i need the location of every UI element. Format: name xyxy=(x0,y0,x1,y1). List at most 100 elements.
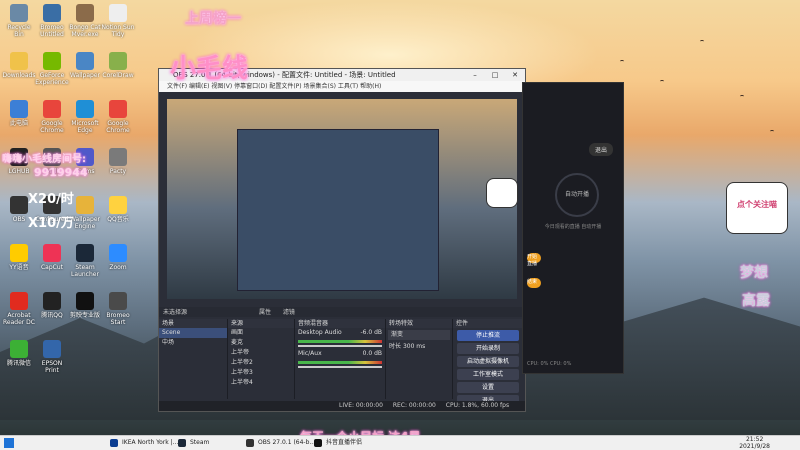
taskbar-item[interactable]: Steam xyxy=(178,438,209,448)
app-icon xyxy=(109,148,127,166)
end-live-button[interactable]: 结束 xyxy=(527,278,541,288)
virtual-camera-button[interactable]: 启动虚拟摄像机 xyxy=(457,356,519,367)
desktop-icon[interactable]: CorelDraw xyxy=(101,52,135,79)
taskbar-item[interactable]: OBS 27.0.1 (64-b... xyxy=(246,438,315,448)
scene-item[interactable]: 中场 xyxy=(159,338,227,348)
taskbar: IKEA North York |... Steam OBS 27.0.1 (64-… xyxy=(0,435,800,450)
cpu-status: CPU: 1.8%, 60.00 fps xyxy=(445,402,510,409)
desktop-icon-label: Zoom xyxy=(109,264,127,271)
desktop-icon[interactable]: EPSON Print xyxy=(35,340,69,374)
app-icon xyxy=(109,244,127,262)
streaming-companion-window[interactable]: 退出 自动开播 今日观看的直播 自动开播 开始直播 结束 CPU: 0% CPU… xyxy=(522,82,624,374)
taskbar-item-label: OBS 27.0.1 (64-b... xyxy=(258,439,316,446)
desktop-icon[interactable]: Recycle Bin xyxy=(2,4,36,38)
obs-window[interactable]: OBS 27.0.1 (64-bit, windows) - 配置文件: Unt… xyxy=(158,68,526,412)
taskbar-app-icon xyxy=(246,439,254,447)
taskbar-app-icon xyxy=(110,439,118,447)
no-source-selected: 未选择源 xyxy=(163,309,188,316)
scenes-header: 场景 xyxy=(159,319,227,328)
start-recording-button[interactable]: 开始录制 xyxy=(457,343,519,354)
app-icon xyxy=(43,4,61,22)
source-item[interactable]: 上半帝2 xyxy=(228,358,294,368)
bird xyxy=(660,80,664,83)
desktop-icon[interactable]: 腾讯QQ xyxy=(35,292,69,319)
desktop-icon[interactable]: CapCut xyxy=(35,244,69,271)
taskbar-item-label: IKEA North York |... xyxy=(122,439,179,446)
minimize-icon[interactable]: – xyxy=(465,69,485,81)
transition-select[interactable]: 渐变 xyxy=(388,330,450,340)
rate2-label: X10/万 xyxy=(28,216,74,231)
taskbar-item[interactable]: IKEA North York |... xyxy=(110,438,178,448)
desktop-icon[interactable]: 剪映专业版 xyxy=(68,292,102,319)
volume-slider[interactable] xyxy=(298,366,382,368)
volume-meter xyxy=(298,361,382,364)
studio-mode-button[interactable]: 工作室模式 xyxy=(457,369,519,380)
desktop-icon-label: 此电脑 xyxy=(9,120,28,127)
desktop-icon[interactable]: Bongo Cat Mver.exe xyxy=(68,4,102,38)
desktop-icon[interactable]: Google Chrome xyxy=(35,100,69,134)
sources-panel: 来源 画面 麦克 上半帝 上半帝2 上半帝3 上半帝4 xyxy=(228,319,295,399)
obs-statusbar: LIVE: 00:00:00 REC: 00:00:00 CPU: 1.8%, … xyxy=(159,401,525,411)
cat-note: 点个关注喵 xyxy=(737,200,777,209)
desktop-icon[interactable]: Steam Launcher xyxy=(68,244,102,278)
desktop-icon-label: CorelDraw xyxy=(102,72,134,79)
desktop-icon[interactable]: GeForce Experience xyxy=(35,52,69,86)
desktop-icon[interactable]: Bromeo Untitled xyxy=(35,4,69,38)
app-icon xyxy=(109,4,127,22)
desktop-icon-label: 腾讯微信 xyxy=(6,360,31,367)
source-item[interactable]: 麦克 xyxy=(228,338,294,348)
watermark-1: 梦想 xyxy=(740,265,768,281)
name-tag: 小毛线 xyxy=(170,54,249,84)
desktop-icon[interactable]: Notion Sun Tidy xyxy=(101,4,135,38)
bird xyxy=(700,40,704,43)
desktop-icon[interactable]: Zoom xyxy=(101,244,135,271)
desktop-icon-label: EPSON Print xyxy=(41,360,63,374)
desktop-icon[interactable]: Microsoft Edge xyxy=(68,100,102,134)
source-item[interactable]: 上半帝4 xyxy=(228,378,294,388)
desktop-icon-label: Bongo Cat Mver.exe xyxy=(69,24,101,38)
app-icon xyxy=(43,340,61,358)
source-item[interactable]: 画面 xyxy=(228,328,294,338)
taskbar-item[interactable]: 抖音直播伴侣 xyxy=(314,438,362,448)
desktop-icon[interactable]: Acrobat Reader DC xyxy=(2,292,36,326)
desktop-icon[interactable]: 此电脑 xyxy=(2,100,36,127)
filters-button[interactable]: 滤镜 xyxy=(283,309,295,316)
bird xyxy=(620,60,624,63)
side-footer: CPU: 0% CPU: 0% xyxy=(527,361,572,367)
desktop-icon[interactable]: 腾讯微信 xyxy=(2,340,36,367)
settings-button[interactable]: 设置 xyxy=(457,382,519,393)
mixer-db: -6.0 dB xyxy=(360,329,382,336)
start-live-button[interactable]: 开始直播 xyxy=(527,253,541,267)
app-icon xyxy=(10,4,28,22)
close-icon[interactable]: ✕ xyxy=(505,69,525,81)
side-note: 嗨嗨小毛线房间号: xyxy=(2,154,86,165)
source-item[interactable]: 上半帝 xyxy=(228,348,294,358)
volume-slider[interactable] xyxy=(298,345,382,347)
desktop-icon-label: LGHUB xyxy=(8,168,30,175)
maximize-icon[interactable]: □ xyxy=(485,69,505,81)
desktop-icon[interactable]: Google Chrome xyxy=(101,100,135,134)
desktop-icon[interactable]: QQ音乐 xyxy=(101,196,135,223)
desktop-icon-label: QQ音乐 xyxy=(107,216,129,223)
properties-button[interactable]: 属性 xyxy=(259,309,271,316)
app-icon xyxy=(10,52,28,70)
start-button[interactable] xyxy=(4,438,14,448)
exit-live-button[interactable]: 退出 xyxy=(588,143,613,156)
desktop-icon[interactable]: Pacty xyxy=(101,148,135,175)
clock: 21:52 2021/9/28 xyxy=(739,436,770,450)
auto-live-circle[interactable]: 自动开播 xyxy=(555,173,599,217)
stop-streaming-button[interactable]: 停止推流 xyxy=(457,330,519,341)
obs-preview[interactable] xyxy=(167,99,517,299)
desktop-icon[interactable]: Downloads xyxy=(2,52,36,79)
scene-item[interactable]: Scene xyxy=(159,328,227,338)
mixer-header: 音频混音器 xyxy=(295,319,385,328)
app-icon xyxy=(43,292,61,310)
desktop-icon[interactable]: Wallpaper xyxy=(68,52,102,79)
desktop-icon[interactable]: Bromeo Start xyxy=(101,292,135,326)
desktop-icon[interactable]: YY语音 xyxy=(2,244,36,271)
desktop-icon-label: Recycle Bin xyxy=(7,24,31,38)
bird xyxy=(740,95,744,98)
source-item[interactable]: 上半帝3 xyxy=(228,368,294,378)
date: 2021/9/28 xyxy=(739,443,770,450)
desktop-icon-label: Downloads xyxy=(2,72,36,79)
